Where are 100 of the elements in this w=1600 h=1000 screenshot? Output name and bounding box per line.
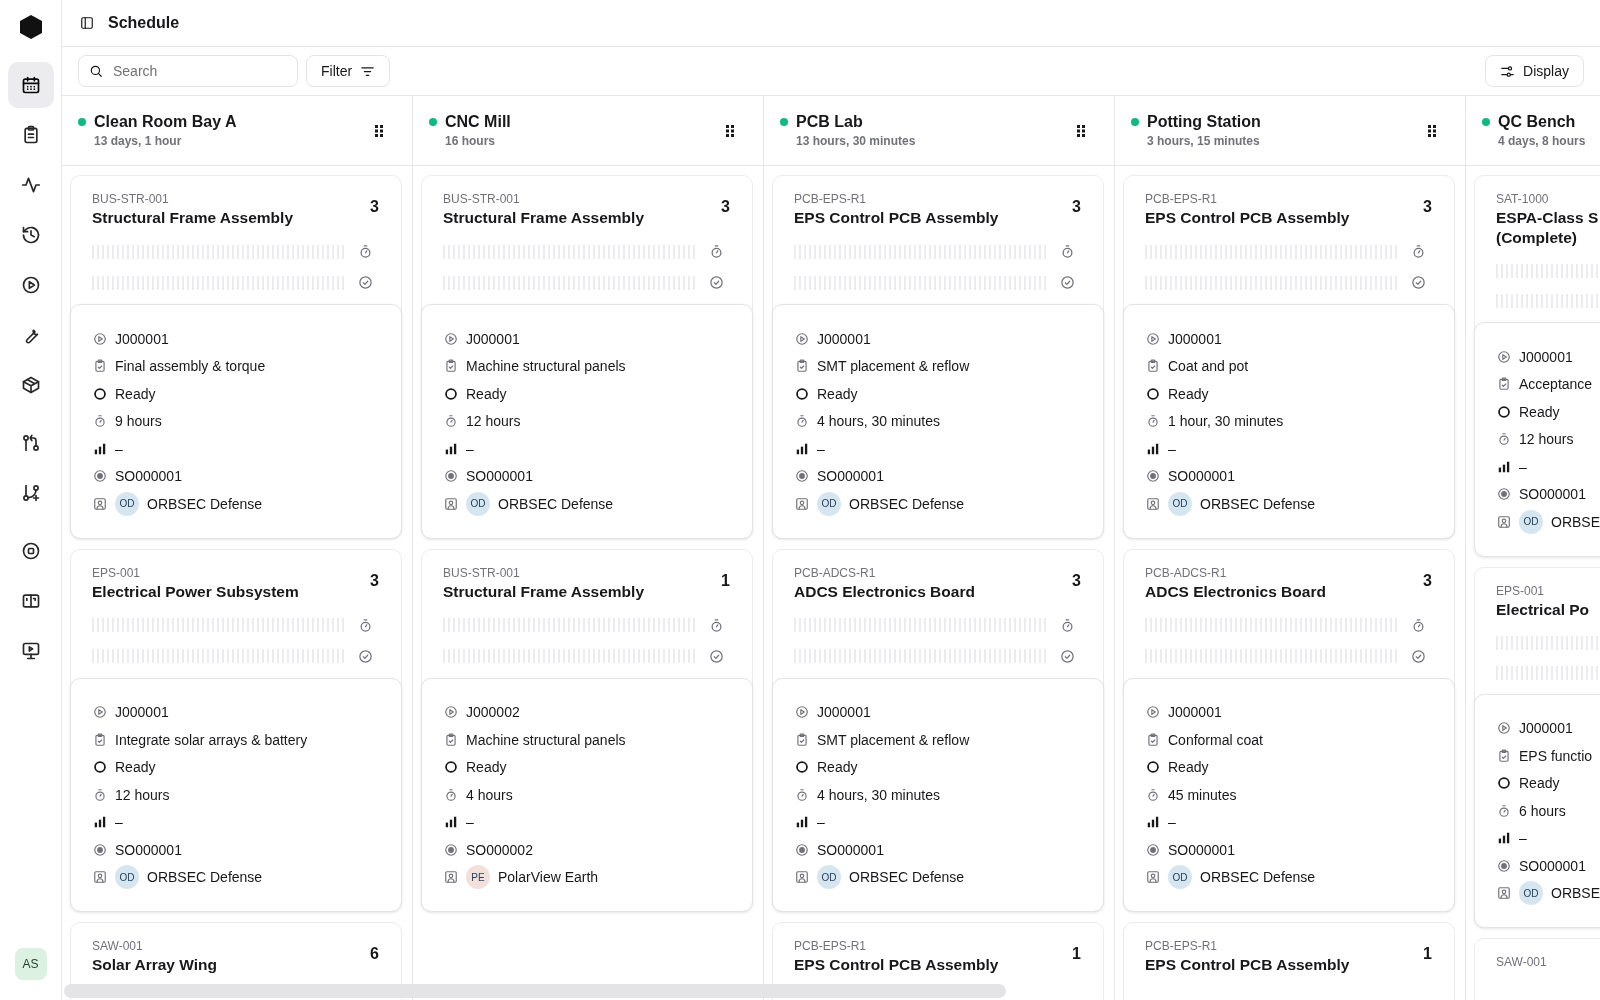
monitor-play-icon (20, 641, 41, 661)
user-avatar[interactable]: AS (14, 948, 47, 980)
job-card[interactable]: BUS-STR-001 Structural Frame Assembly 3 J000001 Final assembly & torque Ready 9 hours – SO000001 OD ORBSEC Defense (70, 175, 402, 539)
drag-handle-icon[interactable] (1425, 123, 1439, 138)
sales-order: SO000001 (1519, 857, 1586, 874)
display-button[interactable]: Display (1485, 55, 1584, 87)
job-card[interactable]: SAT-1000 ESPA-Class S (Complete) J000001 Acceptance Ready 12 hours – SO000001 OD ORBSE (1474, 175, 1600, 557)
scrollbar-thumb[interactable] (64, 984, 1006, 998)
customer-avatar: OD (817, 865, 841, 890)
job-number: J000001 (1519, 720, 1573, 737)
part-title: Electrical Po (1496, 599, 1591, 620)
calendar-icon (20, 75, 41, 95)
sales-order: SO000001 (115, 468, 182, 485)
customer-name: ORBSE (1551, 885, 1600, 902)
job-card[interactable]: PCB-EPS-R1 EPS Control PCB Assembly 3 J000001 SMT placement & reflow Ready 4 hours, 30 minutes – SO000001 OD ORBSEC Defense (772, 175, 1104, 539)
priority-text: – (817, 440, 825, 457)
check-circle-icon (709, 648, 724, 664)
filter-button[interactable]: Filter (306, 55, 391, 87)
clipboard-check-icon (444, 359, 458, 374)
part-number: PCB-EPS-R1 (794, 192, 868, 206)
duration-text: 4 hours, 30 minutes (817, 413, 940, 430)
job-card[interactable]: PCB-EPS-R1 EPS Control PCB Assembly 3 J000001 Coat and pot Ready 1 hour, 30 minutes – SO000001 OD ORBSEC Defense (1123, 175, 1455, 539)
priority-text: – (115, 814, 123, 831)
play-circle-icon (795, 331, 809, 346)
column-title: Potting Station (1147, 113, 1261, 131)
clipboard-check-icon (1146, 732, 1160, 747)
part-number: SAT-1000 (1496, 192, 1550, 206)
contact-icon (1497, 886, 1511, 901)
duration-text: 12 hours (1519, 431, 1574, 448)
status-ring-icon (1497, 776, 1511, 791)
sales-order: SO000001 (817, 841, 884, 858)
status-text: Ready (466, 385, 507, 402)
branch-icon (20, 483, 41, 503)
play-circle-icon (20, 275, 41, 295)
customer-avatar: OD (1168, 865, 1192, 890)
part-title: EPS Control PCB Assembly (794, 208, 1000, 228)
job-number: J000001 (1168, 704, 1222, 721)
operation-name: Integrate solar arrays & battery (115, 731, 308, 748)
priority-text: – (817, 814, 825, 831)
operation-name: Conformal coat (1168, 731, 1263, 748)
status-text: Ready (817, 385, 858, 402)
operation-name: Machine structural panels (466, 731, 626, 748)
priority-bars-icon (1146, 441, 1160, 456)
priority-bars-icon (1497, 459, 1511, 474)
radio-dot-icon (93, 842, 107, 857)
check-circle-icon (709, 275, 724, 290)
part-number: SAW-001 (1496, 955, 1548, 969)
part-title: ADCS Electronics Board (794, 581, 976, 602)
part-number: BUS-STR-001 (443, 565, 521, 580)
clipboard-check-icon (795, 732, 809, 747)
part-title: EPS Control PCB Assembly (1145, 208, 1351, 228)
job-card[interactable]: BUS-STR-001 Structural Frame Assembly 3 J000001 Machine structural panels Ready 12 hours – SO000001 OD ORBSEC Defense (421, 175, 753, 539)
status-ring-icon (1497, 404, 1511, 419)
job-card[interactable]: PCB-ADCS-R1 ADCS Electronics Board 3 J000001 Conformal coat Ready 45 minutes – SO000001 OD ORBSEC Defense (1123, 548, 1455, 912)
check-circle-icon (1060, 648, 1075, 664)
status-text: Ready (115, 385, 156, 402)
priority-bars-icon (444, 815, 458, 830)
quantity: 3 (1423, 198, 1432, 216)
customer-avatar: OD (1168, 491, 1192, 516)
check-circle-icon (1060, 275, 1075, 290)
package-icon (20, 375, 41, 395)
play-circle-icon (93, 705, 107, 720)
job-card[interactable]: SAW-001 (1474, 938, 1600, 1000)
quantity: 3 (370, 198, 379, 216)
clipboard-check-icon (1497, 748, 1511, 763)
status-text: Ready (1519, 775, 1560, 792)
calendar-nav-button[interactable] (7, 62, 54, 108)
priority-text: – (1168, 814, 1176, 831)
column-duration: 3 hours, 15 minutes (1147, 134, 1261, 148)
column-title: QC Bench (1498, 113, 1576, 131)
drag-handle-icon[interactable] (372, 123, 386, 138)
radio-dot-icon (93, 469, 107, 484)
status-ring-icon (795, 760, 809, 775)
status-ring-icon (93, 760, 107, 775)
sidebar-toggle-icon[interactable] (80, 16, 94, 30)
sales-order: SO000001 (1168, 841, 1235, 858)
job-card[interactable]: PCB-ADCS-R1 ADCS Electronics Board 3 J000001 SMT placement & reflow Ready 4 hours, 30 minutes – SO000001 OD ORBSEC Defense (772, 548, 1104, 912)
status-text: Ready (817, 759, 858, 776)
customer-avatar: OD (115, 491, 139, 516)
customer-name: ORBSEC Defense (147, 869, 263, 886)
priority-bars-icon (93, 441, 107, 456)
contact-icon (444, 870, 458, 885)
job-card[interactable]: EPS-001 Electrical Po J000001 EPS functio Ready 6 hours – SO000001 OD ORBSE (1474, 566, 1600, 928)
part-number: BUS-STR-001 (443, 192, 521, 206)
drag-handle-icon[interactable] (1074, 123, 1088, 138)
operation-name: Acceptance (1519, 376, 1593, 393)
job-card[interactable]: BUS-STR-001 Structural Frame Assembly 1 J000002 Machine structural panels Ready 4 hours – SO000002 PE PolarView Earth (421, 548, 753, 912)
column-duration: 13 hours, 30 minutes (796, 134, 917, 148)
job-card[interactable]: EPS-001 Electrical Power Subsystem 3 J000001 Integrate solar arrays & battery Ready 12 hours – SO000001 OD ORBSEC Defense (70, 548, 402, 912)
customer-name: ORBSEC Defense (147, 495, 263, 512)
quantity: 3 (721, 198, 730, 216)
search-field[interactable]: Search (78, 55, 298, 87)
part-title: Structural Frame Assembly (443, 208, 645, 228)
duration-text: 45 minutes (1168, 786, 1237, 803)
sales-order: SO000001 (466, 468, 533, 485)
customer-avatar: OD (466, 491, 490, 516)
drag-handle-icon[interactable] (723, 123, 737, 138)
priority-text: – (1519, 458, 1527, 475)
timer-icon (93, 787, 107, 802)
job-card[interactable]: PCB-EPS-R1 EPS Control PCB Assembly 1 (1123, 922, 1455, 1000)
